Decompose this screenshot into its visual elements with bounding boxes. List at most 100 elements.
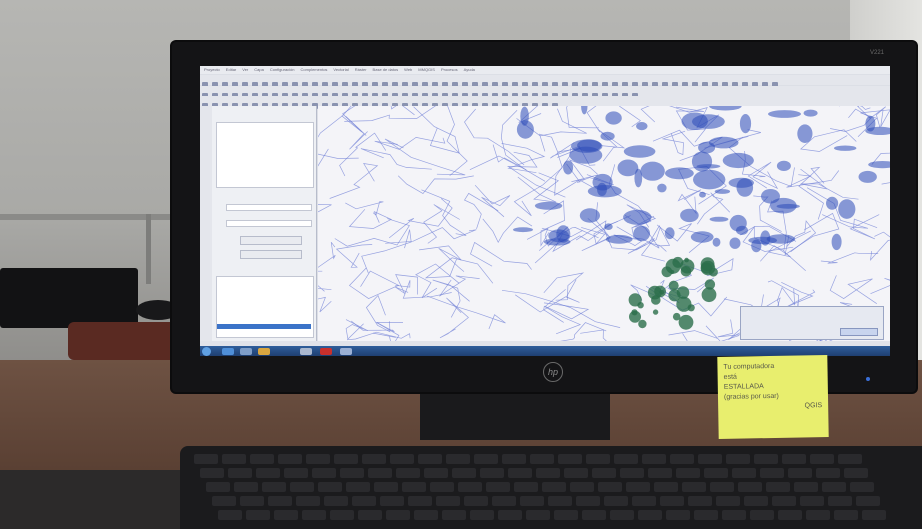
keyboard-key[interactable] [452, 468, 476, 478]
keyboard-key[interactable] [726, 454, 750, 464]
keyboard-key[interactable] [200, 468, 224, 478]
keyboard-key[interactable] [436, 496, 460, 506]
keyboard-key[interactable] [598, 482, 622, 492]
keyboard-key[interactable] [694, 510, 718, 520]
keyboard-key[interactable] [576, 496, 600, 506]
menu-item[interactable]: Base de datos [373, 66, 399, 74]
keyboard-key[interactable] [284, 468, 308, 478]
keyboard-key[interactable] [274, 510, 298, 520]
keyboard-key[interactable] [218, 510, 242, 520]
keyboard-key[interactable] [352, 496, 376, 506]
keyboard-key[interactable] [782, 454, 806, 464]
keyboard-key[interactable] [828, 496, 852, 506]
keyboard-key[interactable] [194, 454, 218, 464]
browser-tree[interactable] [216, 122, 314, 188]
keyboard-key[interactable] [520, 496, 544, 506]
keyboard-key[interactable] [582, 510, 606, 520]
keyboard-key[interactable] [526, 510, 550, 520]
keyboard-key[interactable] [318, 482, 342, 492]
keyboard-key[interactable] [486, 482, 510, 492]
dialog-close-button[interactable] [840, 328, 878, 336]
keyboard-key[interactable] [626, 482, 650, 492]
keyboard-key[interactable] [234, 482, 258, 492]
keyboard-key[interactable] [340, 468, 364, 478]
keyboard-key[interactable] [666, 510, 690, 520]
load-plugin-button[interactable] [240, 236, 302, 245]
keyboard-key[interactable] [716, 496, 740, 506]
keyboard-key[interactable] [822, 482, 846, 492]
keyboard-key[interactable] [492, 496, 516, 506]
keyboard-key[interactable] [474, 454, 498, 464]
keyboard-key[interactable] [346, 482, 370, 492]
keyboard-key[interactable] [330, 510, 354, 520]
keyboard-key[interactable] [564, 468, 588, 478]
start-orb-icon[interactable] [202, 347, 211, 356]
power-led-icon[interactable] [866, 377, 870, 381]
keyboard-key[interactable] [268, 496, 292, 506]
keyboard-key[interactable] [380, 496, 404, 506]
keyboard-key[interactable] [844, 468, 868, 478]
folder-icon[interactable] [240, 348, 252, 355]
keyboard-key[interactable] [620, 468, 644, 478]
keyboard-key[interactable] [710, 482, 734, 492]
pdf-icon[interactable] [320, 348, 332, 355]
keyboard-key[interactable] [688, 496, 712, 506]
keyboard-key[interactable] [442, 510, 466, 520]
keyboard-key[interactable] [722, 510, 746, 520]
select-layer-button[interactable] [240, 250, 302, 259]
keyboard-key[interactable] [206, 482, 230, 492]
keyboard-key[interactable] [240, 496, 264, 506]
qgis-icon[interactable] [340, 348, 352, 355]
keyboard-key[interactable] [458, 482, 482, 492]
keyboard-key[interactable] [592, 468, 616, 478]
menu-item[interactable]: Capa [254, 66, 264, 74]
keyboard-key[interactable] [368, 468, 392, 478]
menu-item[interactable]: Configuración [270, 66, 295, 74]
keyboard-key[interactable] [670, 454, 694, 464]
keyboard-key[interactable] [586, 454, 610, 464]
keyboard-key[interactable] [754, 454, 778, 464]
keyboard-key[interactable] [464, 496, 488, 506]
keyboard-key[interactable] [558, 454, 582, 464]
keyboard-key[interactable] [744, 496, 768, 506]
keyboard-key[interactable] [228, 468, 252, 478]
keyboard-key[interactable] [246, 510, 270, 520]
keyboard-key[interactable] [654, 482, 678, 492]
keyboard-key[interactable] [362, 454, 386, 464]
menu-item[interactable]: Ráster [355, 66, 367, 74]
keyboard-key[interactable] [290, 482, 314, 492]
keyboard-key[interactable] [222, 454, 246, 464]
keyboard-key[interactable] [760, 468, 784, 478]
keyboard-key[interactable] [324, 496, 348, 506]
keyboard-key[interactable] [862, 510, 886, 520]
menu-item[interactable]: Ver [242, 66, 248, 74]
keyboard-key[interactable] [778, 510, 802, 520]
menu-item[interactable]: Web [404, 66, 412, 74]
keyboard-key[interactable] [838, 454, 862, 464]
keyboard-key[interactable] [648, 468, 672, 478]
keyboard-key[interactable] [642, 454, 666, 464]
keyboard-key[interactable] [408, 496, 432, 506]
keyboard-key[interactable] [306, 454, 330, 464]
keyboard-key[interactable] [810, 454, 834, 464]
keyboard-key[interactable] [610, 510, 634, 520]
keyboard-key[interactable] [660, 496, 684, 506]
menu-item[interactable]: Ayuda [464, 66, 475, 74]
keyboard-key[interactable] [676, 468, 700, 478]
keyboard-key[interactable] [850, 482, 874, 492]
keyboard-key[interactable] [806, 510, 830, 520]
keyboard-key[interactable] [834, 510, 858, 520]
keyboard-key[interactable] [480, 468, 504, 478]
keyboard-key[interactable] [570, 482, 594, 492]
keyboard-key[interactable] [446, 454, 470, 464]
keyboard-key[interactable] [358, 510, 382, 520]
keyboard-key[interactable] [732, 468, 756, 478]
keyboard-key[interactable] [396, 468, 420, 478]
keyboard-key[interactable] [856, 496, 880, 506]
menu-item[interactable]: MMQGIS [418, 66, 435, 74]
keyboard-key[interactable] [614, 454, 638, 464]
keyboard-key[interactable] [794, 482, 818, 492]
keyboard-key[interactable] [430, 482, 454, 492]
keyboard-key[interactable] [414, 510, 438, 520]
panel-input[interactable] [226, 220, 312, 227]
